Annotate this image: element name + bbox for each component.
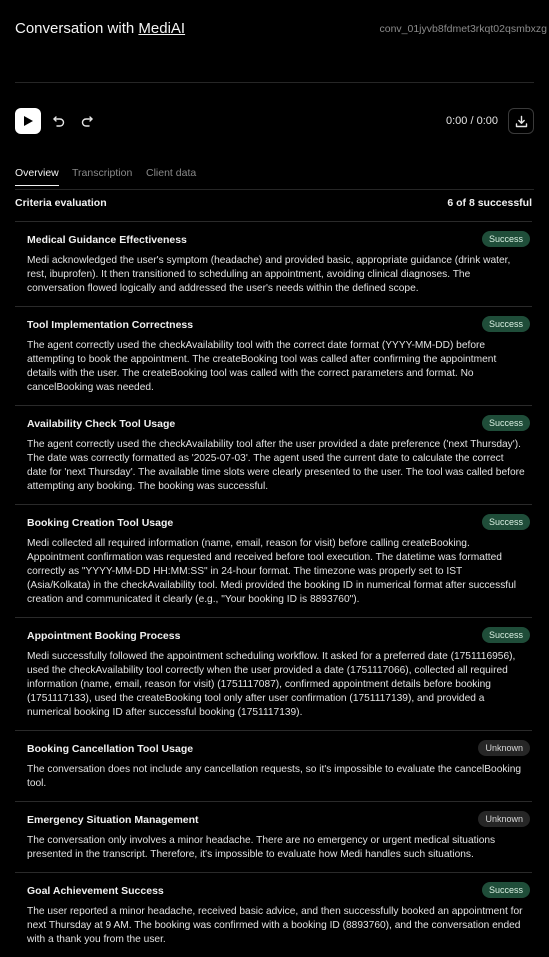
criteria-item-description: The user reported a minor headache, rece… [27, 906, 523, 945]
forward-icon [81, 116, 93, 127]
play-button[interactable] [15, 108, 41, 134]
tab-client-data[interactable]: Client data [146, 167, 196, 179]
criteria-header: Criteria evaluation 6 of 8 successful [15, 197, 532, 209]
criteria-summary: 6 of 8 successful [447, 197, 532, 209]
criteria-item-title: Goal Achievement Success [27, 885, 164, 897]
criteria-item-title: Appointment Booking Process [27, 630, 181, 642]
status-badge: Success [481, 316, 530, 332]
criteria-item-description: The conversation only involves a minor h… [27, 835, 496, 860]
download-button[interactable] [508, 108, 534, 134]
agent-link[interactable]: MediAI [138, 20, 185, 37]
audio-player: 0:00 / 0:00 [15, 108, 534, 135]
criteria-list: Medical Guidance Effectiveness Success Med… [15, 221, 532, 957]
criteria-item-title: Medical Guidance Effectiveness [27, 234, 187, 246]
criteria-item: Emergency Situation Management Unknown The… [15, 801, 532, 872]
status-badge: Success [481, 514, 530, 530]
waveform-area[interactable] [15, 60, 534, 83]
rewind-icon [53, 116, 65, 127]
criteria-item: Tool Implementation Correctness Success Th… [15, 306, 532, 405]
criteria-item-description: The conversation does not include any ca… [27, 764, 522, 789]
status-badge: Unknown [478, 740, 530, 756]
page-header: Conversation with MediAI conv_01jyvb8fdm… [15, 20, 549, 40]
criteria-item: Medical Guidance Effectiveness Success Med… [15, 221, 532, 306]
criteria-item-description: Medi acknowledged the user's symptom (he… [27, 255, 511, 294]
criteria-item-description: Medi successfully followed the appointme… [27, 651, 516, 718]
criteria-item: Availability Check Tool Usage Success The … [15, 405, 532, 504]
criteria-item: Booking Creation Tool Usage Success Medi c… [15, 504, 532, 617]
status-badge: Success [481, 627, 530, 643]
title-prefix: Conversation with [15, 20, 139, 37]
criteria-item: Goal Achievement Success Success The user … [15, 872, 532, 957]
tab-overview[interactable]: Overview [15, 167, 59, 186]
play-icon [24, 116, 33, 126]
playback-time: 0:00 / 0:00 [446, 115, 498, 127]
status-badge: Success [481, 231, 530, 247]
criteria-item-description: The agent correctly used the checkAvaila… [27, 340, 497, 393]
criteria-item-description: The agent correctly used the checkAvaila… [27, 439, 525, 492]
tab-transcription[interactable]: Transcription [72, 167, 132, 179]
conversation-id: conv_01jyvb8fdmet3rkqt02qsmbxzg [379, 23, 547, 35]
status-badge: Unknown [478, 811, 530, 827]
criteria-item-title: Emergency Situation Management [27, 814, 199, 826]
criteria-item: Booking Cancellation Tool Usage Unknown Th… [15, 730, 532, 801]
criteria-item-title: Tool Implementation Correctness [27, 319, 194, 331]
criteria-item: Appointment Booking Process Success Medi s… [15, 617, 532, 730]
page-title: Conversation with MediAI [15, 20, 185, 37]
criteria-item-title: Booking Cancellation Tool Usage [27, 743, 194, 755]
status-badge: Success [481, 415, 530, 431]
download-icon [515, 115, 527, 127]
forward-button[interactable] [79, 113, 95, 129]
criteria-item-title: Booking Creation Tool Usage [27, 517, 174, 529]
status-badge: Success [481, 882, 530, 898]
rewind-button[interactable] [51, 113, 67, 129]
tab-bar: Overview Transcription Client data [15, 167, 534, 190]
criteria-item-description: Medi collected all required information … [27, 538, 517, 605]
criteria-heading: Criteria evaluation [15, 197, 107, 209]
criteria-item-title: Availability Check Tool Usage [27, 418, 176, 430]
